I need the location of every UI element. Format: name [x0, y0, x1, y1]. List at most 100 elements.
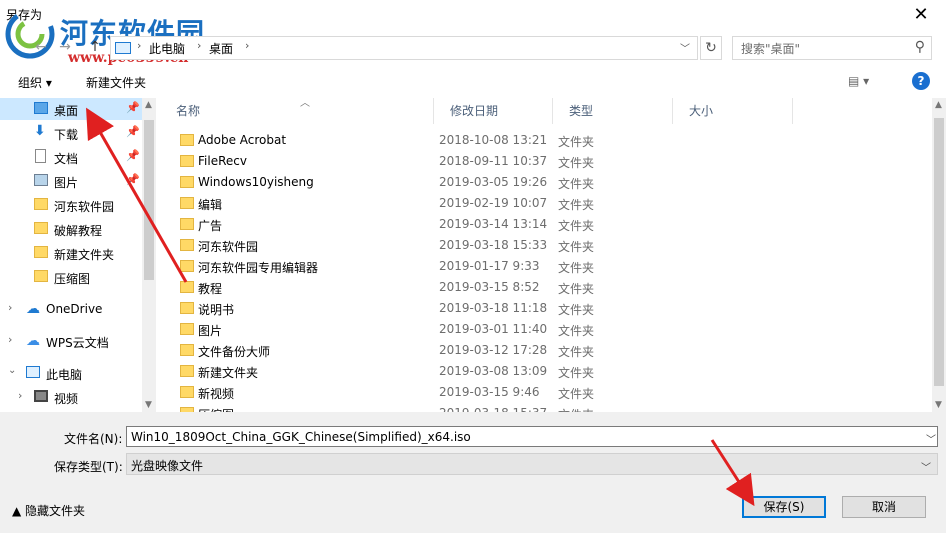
folder-icon — [180, 239, 194, 251]
table-row[interactable]: 文件备份大师 2019-03-12 17:28 文件夹 — [160, 340, 932, 361]
folder-icon — [34, 246, 48, 258]
picture-icon — [34, 174, 48, 186]
sidebar-item-compressed[interactable]: 压缩图 — [0, 266, 142, 288]
file-date: 2019-03-01 11:40 — [439, 322, 548, 336]
pin-icon[interactable]: 📌 — [126, 149, 140, 162]
chevron-down-icon[interactable]: ﹀ — [926, 431, 936, 446]
sidebar-item-pictures[interactable]: 图片 📌 — [0, 170, 142, 192]
column-header-size[interactable]: 大小 — [673, 98, 793, 124]
table-row[interactable]: FileRecv 2018-09-11 10:37 文件夹 — [160, 151, 932, 172]
chevron-right-icon: › — [137, 39, 142, 52]
column-header-row: 名称 ︿ 修改日期 类型 大小 — [160, 98, 932, 124]
table-row[interactable]: 说明书 2019-03-18 11:18 文件夹 — [160, 298, 932, 319]
forward-icon[interactable]: → — [56, 38, 74, 56]
table-row[interactable]: 新视频 2019-03-15 9:46 文件夹 — [160, 382, 932, 403]
column-header-name[interactable]: 名称 — [160, 98, 434, 124]
back-icon[interactable]: ← — [32, 38, 50, 56]
scroll-up-icon[interactable]: ▲ — [935, 100, 942, 110]
chevron-right-icon[interactable]: › — [8, 301, 12, 314]
breadcrumb-this-pc[interactable]: 此电脑 — [149, 40, 185, 57]
sidebar-item-documents[interactable]: 文档 📌 — [0, 146, 142, 168]
sidebar-item-label: 下载 — [54, 128, 79, 142]
file-name: 说明书 — [198, 303, 235, 317]
chevron-down-icon[interactable]: ﹀ — [680, 40, 690, 55]
file-date: 2019-01-17 9:33 — [439, 259, 540, 273]
pin-icon[interactable]: 📌 — [126, 173, 140, 186]
hide-folders-toggle[interactable]: ▲ 隐藏文件夹 — [12, 502, 85, 519]
breadcrumb-desktop[interactable]: 桌面 — [209, 40, 233, 57]
file-list: 名称 ︿ 修改日期 类型 大小 Adobe Acrobat 2018-10-08 … — [160, 98, 932, 412]
file-name: 教程 — [198, 282, 223, 296]
table-row[interactable]: 新建文件夹 2019-03-08 13:09 文件夹 — [160, 361, 932, 382]
folder-icon — [180, 134, 194, 146]
table-row[interactable]: Adobe Acrobat 2018-10-08 13:21 文件夹 — [160, 130, 932, 151]
sidebar-item-new-folder[interactable]: 新建文件夹 — [0, 242, 142, 264]
file-name: 河东软件园 — [198, 240, 259, 254]
filetype-label: 保存类型(T): — [54, 460, 123, 474]
computer-icon — [26, 366, 40, 378]
cancel-button[interactable]: 取消 — [842, 496, 926, 518]
chevron-down-icon[interactable]: ﹀ — [921, 459, 931, 474]
scrollbar-thumb[interactable] — [934, 118, 944, 386]
file-type: 文件夹 — [558, 324, 595, 338]
filename-input[interactable] — [126, 426, 938, 447]
new-folder-button[interactable]: 新建文件夹 — [86, 74, 146, 91]
table-row[interactable]: 教程 2019-03-15 8:52 文件夹 — [160, 277, 932, 298]
sidebar-item-desktop[interactable]: 桌面 📌 — [0, 98, 142, 120]
file-date: 2019-03-15 9:46 — [439, 385, 540, 399]
sidebar-item-wps-cloud[interactable]: › ☁ WPS云文档 — [0, 330, 142, 352]
help-icon[interactable]: ? — [912, 72, 930, 90]
file-name: 新建文件夹 — [198, 366, 259, 380]
table-row[interactable]: 图片 2019-03-01 11:40 文件夹 — [160, 319, 932, 340]
view-options-button[interactable]: ▤ ▾ — [848, 74, 869, 88]
up-icon[interactable]: ↑ — [86, 38, 104, 56]
scroll-up-icon[interactable]: ▲ — [145, 100, 152, 110]
pin-icon[interactable]: 📌 — [126, 101, 140, 114]
organize-button[interactable]: 组织 ▾ — [18, 74, 52, 91]
file-name: 文件备份大师 — [198, 345, 271, 359]
file-list-scrollbar[interactable]: ▲ ▼ — [932, 98, 946, 412]
download-icon: ⬇ — [34, 123, 46, 139]
file-date: 2019-03-14 13:14 — [439, 217, 548, 231]
filetype-select[interactable]: 光盘映像文件 ﹀ — [126, 453, 938, 475]
address-bar[interactable]: › 此电脑 › 桌面 › — [110, 36, 698, 60]
table-row[interactable]: 压缩图2019-03-18 15:37文件夹 — [160, 403, 932, 412]
search-icon[interactable]: ⚲ — [915, 39, 925, 55]
column-header-type[interactable]: 类型 — [553, 98, 673, 124]
refresh-icon[interactable]: ↻ — [700, 36, 722, 60]
scroll-down-icon[interactable]: ▼ — [935, 400, 942, 410]
chevron-right-icon: › — [245, 39, 250, 52]
chevron-right-icon[interactable]: › — [18, 389, 22, 402]
sidebar-item-label: 视频 — [54, 392, 79, 406]
file-date: 2019-03-08 13:09 — [439, 364, 548, 378]
folder-icon — [180, 176, 194, 188]
column-header-date[interactable]: 修改日期 — [434, 98, 553, 124]
folder-icon — [34, 270, 48, 282]
save-button[interactable]: 保存(S) — [742, 496, 826, 518]
sidebar-item-downloads[interactable]: ⬇ 下载 📌 — [0, 122, 142, 144]
sidebar-scrollbar[interactable]: ▲ ▼ — [142, 98, 156, 412]
table-row[interactable]: 河东软件园专用编辑器 2019-01-17 9:33 文件夹 — [160, 256, 932, 277]
file-name: Adobe Acrobat — [198, 133, 287, 147]
table-row[interactable]: 广告 2019-03-14 13:14 文件夹 — [160, 214, 932, 235]
close-button[interactable]: ✕ — [908, 3, 934, 27]
sidebar-item-hedong[interactable]: 河东软件园 — [0, 194, 142, 216]
sidebar-item-crack-tutorial[interactable]: 破解教程 — [0, 218, 142, 240]
file-date: 2019-02-19 10:07 — [439, 196, 548, 210]
chevron-right-icon[interactable]: › — [8, 333, 12, 346]
chevron-down-icon[interactable]: ⌄ — [8, 365, 16, 376]
table-row[interactable]: Windows10yisheng 2019-03-05 19:26 文件夹 — [160, 172, 932, 193]
sidebar-item-label: 压缩图 — [54, 272, 91, 286]
search-input[interactable]: 搜索"桌面" ⚲ — [732, 36, 932, 60]
sidebar-item-this-pc[interactable]: ⌄ 此电脑 — [0, 362, 142, 384]
scroll-down-icon[interactable]: ▼ — [145, 400, 152, 410]
folder-icon — [180, 386, 194, 398]
sidebar-item-onedrive[interactable]: › ☁ OneDrive — [0, 298, 142, 320]
file-type: 文件夹 — [558, 156, 595, 170]
pin-icon[interactable]: 📌 — [126, 125, 140, 138]
table-row[interactable]: 编辑 2019-02-19 10:07 文件夹 — [160, 193, 932, 214]
scrollbar-thumb[interactable] — [144, 120, 154, 280]
sidebar-item-videos[interactable]: › 视频 — [0, 386, 142, 408]
chevron-right-icon: › — [197, 39, 202, 52]
table-row[interactable]: 河东软件园 2019-03-18 15:33 文件夹 — [160, 235, 932, 256]
